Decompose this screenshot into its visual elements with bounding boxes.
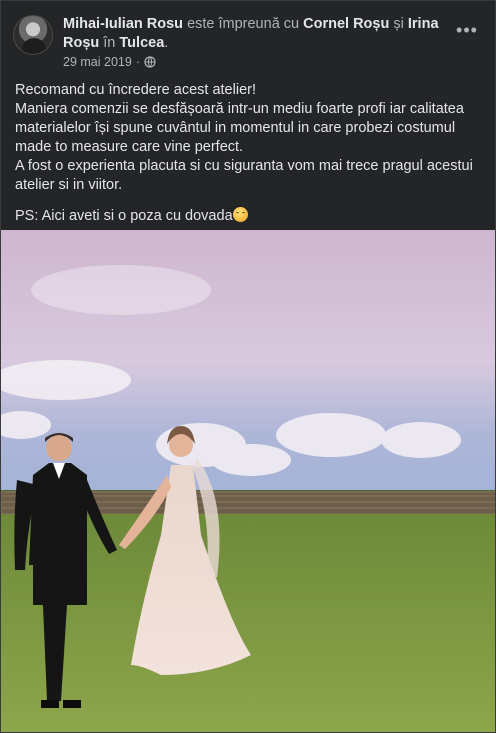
post-date[interactable]: 29 mai 2019 <box>63 55 132 69</box>
post-line-3: A fost o experienta placuta si cu sigura… <box>15 158 473 193</box>
meta-separator: · <box>135 55 140 69</box>
post-line-1: Recomand cu încredere acest atelier! <box>15 82 256 98</box>
author-name[interactable]: Mihai-Iulian Rosu <box>63 16 183 32</box>
post-photo[interactable] <box>1 230 496 733</box>
smiling-face-icon <box>232 207 248 222</box>
post-line-2: Maniera comenzii se desfășoară intr-un m… <box>15 101 464 155</box>
post-header: Mihai-Iulian Rosu este împreună cu Corne… <box>13 15 483 71</box>
facebook-post: Mihai-Iulian Rosu este împreună cu Corne… <box>0 0 496 733</box>
post-meta: 29 mai 2019 · <box>63 55 156 69</box>
globe-icon[interactable] <box>144 56 156 68</box>
post-body: Recomand cu încredere acest atelier! Man… <box>15 81 485 226</box>
and-text: și <box>393 16 404 32</box>
period: . <box>164 35 169 51</box>
author-avatar[interactable] <box>13 15 53 55</box>
in-text: în <box>103 35 116 51</box>
more-options-icon[interactable]: ••• <box>455 21 479 39</box>
tagged-person-1[interactable]: Cornel Roșu <box>303 16 389 32</box>
post-ps: PS: Aici aveti si o poza cu dovada <box>15 207 485 226</box>
with-text: este împreună cu <box>187 16 300 32</box>
post-ps-text: PS: Aici aveti si o poza cu dovada <box>15 208 233 224</box>
location-link[interactable]: Tulcea <box>119 35 164 51</box>
post-header-text: Mihai-Iulian Rosu este împreună cu Corne… <box>63 15 443 53</box>
